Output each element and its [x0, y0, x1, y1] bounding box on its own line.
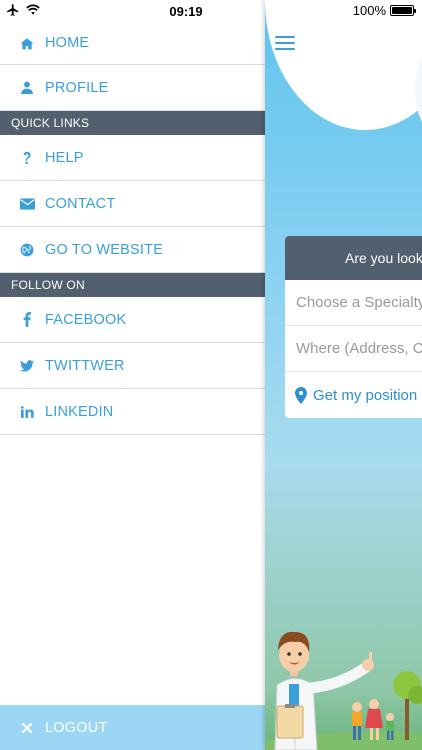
close-icon — [19, 720, 35, 736]
facebook-icon — [19, 312, 35, 328]
menu-label-home: HOME — [45, 35, 90, 51]
status-time: 09:19 — [169, 4, 203, 19]
battery-icon — [390, 5, 416, 16]
side-drawer: HOME PROFILE QUICK LINKS HELP CONTACT GO… — [0, 0, 265, 750]
menu-item-facebook[interactable]: FACEBOOK — [0, 297, 265, 343]
menu-item-help[interactable]: HELP — [0, 135, 265, 181]
menu-item-website[interactable]: GO TO WEBSITE — [0, 227, 265, 273]
get-position-button[interactable]: Get my position — [285, 372, 422, 418]
search-card-title: Are you looki — [285, 236, 422, 280]
section-header-quick-links: QUICK LINKS — [0, 111, 265, 135]
menu-item-profile[interactable]: PROFILE — [0, 65, 265, 111]
menu-label-contact: CONTACT — [45, 195, 116, 212]
logout-label: LOGOUT — [45, 719, 108, 736]
menu-item-home[interactable]: HOME — [0, 22, 265, 65]
home-icon — [19, 35, 35, 51]
menu-label-linkedin: LINKEDIN — [45, 403, 114, 420]
menu-item-linkedin[interactable]: LINKEDIN — [0, 389, 265, 435]
menu-label-profile: PROFILE — [45, 79, 109, 96]
main-panel: Are you looki Choose a Specialty Where (… — [265, 0, 422, 750]
logout-button[interactable]: LOGOUT — [0, 705, 265, 750]
status-right: 100% — [352, 3, 416, 18]
question-icon — [19, 150, 35, 166]
address-input[interactable]: Where (Address, C — [285, 326, 422, 372]
menu-label-website: GO TO WEBSITE — [45, 241, 164, 258]
doctor-illustration — [265, 631, 422, 750]
battery-percent: 100% — [352, 3, 386, 18]
user-icon — [19, 80, 35, 96]
hamburger-menu-button[interactable] — [275, 36, 295, 52]
status-bar: 09:19 100% — [0, 0, 422, 22]
battery-fill — [392, 7, 412, 14]
envelope-icon — [19, 196, 35, 212]
linkedin-icon — [19, 404, 35, 420]
menu-item-twitter[interactable]: TWITTWER — [0, 343, 265, 389]
location-pin-icon — [295, 386, 307, 404]
section-header-follow-on: FOLLOW ON — [0, 273, 265, 297]
menu-label-facebook: FACEBOOK — [45, 311, 127, 328]
menu-label-twitter: TWITTWER — [45, 357, 125, 374]
menu-label-help: HELP — [45, 149, 84, 166]
specialty-input[interactable]: Choose a Specialty — [285, 280, 422, 326]
globe-icon — [19, 242, 35, 258]
twitter-icon — [19, 358, 35, 374]
get-position-label: Get my position — [313, 386, 418, 404]
search-card: Are you looki Choose a Specialty Where (… — [285, 236, 422, 418]
menu-item-contact[interactable]: CONTACT — [0, 181, 265, 227]
